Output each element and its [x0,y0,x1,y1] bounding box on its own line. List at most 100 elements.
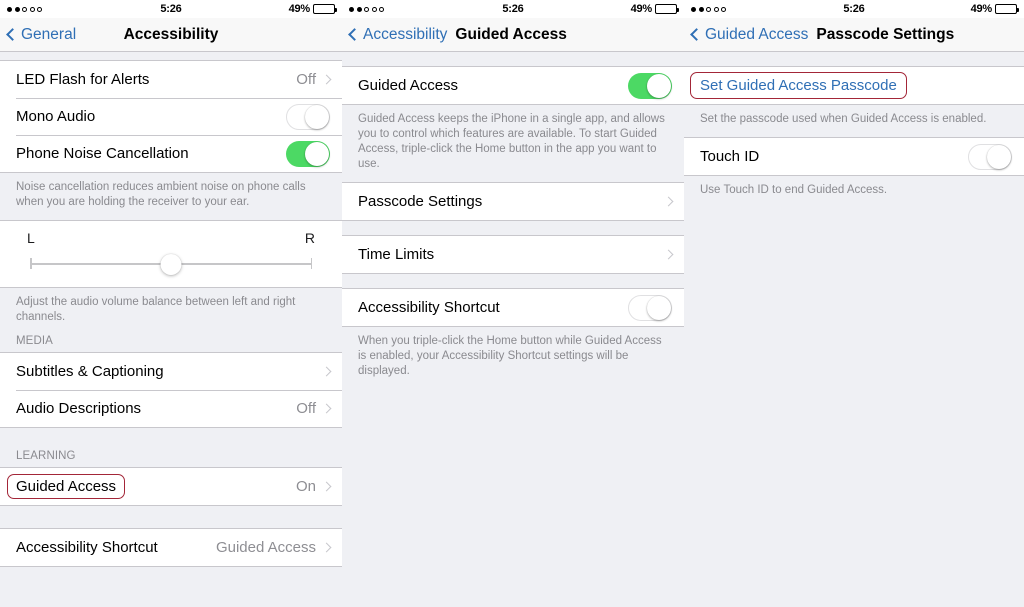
signal-dot-icon [713,6,719,12]
row-label: Audio Descriptions [16,400,142,417]
row-label: Mono Audio [16,108,96,125]
back-button-label: Guided Access [705,25,809,43]
row-phone-noise-cancellation[interactable]: Phone Noise Cancellation [0,135,342,172]
back-button-label: Accessibility [363,25,448,43]
guided-access-toggle[interactable] [628,72,672,99]
battery-percent-label: 49% [630,3,653,15]
row-value: Off [296,400,316,417]
signal-dot-icon [14,6,20,12]
row-touch-id[interactable]: Touch ID [684,138,1024,175]
screen-guided-access: 5:26 49% Accessibility Guided Access Gui… [342,0,684,607]
section-header-learning: LEARNING [0,450,342,467]
learning-group: Guided Access On [0,467,342,506]
audio-balance-slider[interactable] [30,254,312,275]
row-mono-audio[interactable]: Mono Audio [0,98,342,135]
phone-noise-cancellation-toggle[interactable] [286,140,330,167]
row-subtitles-captioning[interactable]: Subtitles & Captioning [0,353,342,390]
row-label: Time Limits [358,246,435,263]
back-button-label: General [21,25,77,43]
back-button-guided-access[interactable]: Guided Access [690,25,809,44]
balance-left-label: L [27,230,35,246]
touch-id-toggle[interactable] [968,143,1012,170]
screen-passcode-settings: 5:26 49% Guided Access Passcode Settings… [684,0,1024,607]
status-bar-2: 5:26 49% [342,0,684,18]
row-label: Passcode Settings [358,193,483,210]
guided-access-highlight-box: Guided Access [7,474,126,499]
chevron-right-icon [663,249,674,260]
nav-bar-accessibility: General Accessibility [0,18,342,52]
accessibility-shortcut-toggle[interactable] [628,294,672,321]
mono-audio-toggle[interactable] [286,103,330,130]
row-set-guided-access-passcode[interactable]: Set Guided Access Passcode [684,67,1024,104]
set-passcode-group: Set Guided Access Passcode [684,66,1024,105]
row-label: Accessibility Shortcut [358,299,500,316]
passcode-settings-list: Set Guided Access Passcode Set the passc… [684,52,1024,607]
battery-status: 49% [569,3,679,15]
signal-dot-icon [22,6,27,12]
row-passcode-settings[interactable]: Passcode Settings [342,183,684,220]
chevron-right-icon [321,481,332,492]
status-bar-1: 5:26 49% [0,0,342,18]
balance-right-label: R [304,230,315,246]
signal-strength-indicator [691,6,799,12]
media-group: Subtitles & Captioning Audio Description… [0,352,342,428]
accessibility-shortcut-footnote: When you triple-click the Home button wh… [342,327,684,389]
row-guided-access-toggle[interactable]: Guided Access [342,67,684,104]
guided-access-footnote: Guided Access keeps the iPhone in a sing… [342,105,684,182]
guided-access-list: Guided Access Guided Access keeps the iP… [342,52,684,607]
row-accessibility-shortcut[interactable]: Accessibility Shortcut [342,289,684,326]
back-button-general[interactable]: General [6,25,77,44]
row-time-limits[interactable]: Time Limits [342,236,684,273]
signal-dot-icon [691,6,696,12]
signal-dot-icon [371,6,377,12]
signal-dot-icon [37,6,42,12]
row-led-flash-for-alerts[interactable]: LED Flash for Alerts Off [0,61,342,98]
signal-dot-icon [29,6,35,12]
row-label: Guided Access [16,478,117,495]
row-value: Off [296,71,316,88]
accessibility-shortcut-group: Accessibility Shortcut [342,288,684,327]
signal-dot-icon [721,6,726,12]
row-value: Guided Access [215,539,316,556]
accessibility-shortcut-group: Accessibility Shortcut Guided Access [0,528,342,567]
accessibility-list: LED Flash for Alerts Off Mono Audio Phon… [0,52,342,607]
row-label: LED Flash for Alerts [16,71,150,88]
slider-thumb[interactable] [160,254,182,275]
row-value: On [295,478,316,495]
touch-id-group: Touch ID [684,137,1024,176]
battery-status: 49% [909,3,1019,15]
page-title: Passcode Settings [816,25,955,43]
screen-accessibility: 5:26 49% General Accessibility LED Flash… [0,0,342,607]
signal-dot-icon [706,6,711,12]
noise-cancellation-footnote: Noise cancellation reduces ambient noise… [0,173,342,220]
chevron-right-icon [321,542,332,553]
audio-balance-slider-group: L R [0,220,342,288]
set-passcode-label: Set Guided Access Passcode [700,77,897,94]
page-title: Guided Access [455,25,567,43]
row-accessibility-shortcut[interactable]: Accessibility Shortcut Guided Access [0,529,342,566]
set-passcode-footnote: Set the passcode used when Guided Access… [684,105,1024,137]
signal-dot-icon [364,6,369,12]
guided-access-toggle-group: Guided Access [342,66,684,105]
section-header-media: MEDIA [0,335,342,352]
chevron-right-icon [321,74,332,85]
signal-strength-indicator [349,6,457,12]
time-limits-group: Time Limits [342,235,684,274]
status-bar-clock: 5:26 [843,3,865,15]
status-bar-3: 5:26 49% [684,0,1024,18]
row-label: Accessibility Shortcut [16,539,158,556]
back-button-accessibility[interactable]: Accessibility [348,25,448,44]
signal-dot-icon [349,6,354,12]
battery-percent-label: 49% [970,3,993,15]
audio-group: LED Flash for Alerts Off Mono Audio Phon… [0,60,342,173]
row-label: Subtitles & Captioning [16,363,164,380]
battery-icon [654,4,679,14]
battery-icon [994,4,1019,14]
signal-dot-icon [356,6,362,12]
row-guided-access[interactable]: Guided Access On [0,468,342,505]
row-audio-descriptions[interactable]: Audio Descriptions Off [0,390,342,427]
passcode-settings-group: Passcode Settings [342,182,684,221]
signal-dot-icon [7,6,12,12]
balance-footnote: Adjust the audio volume balance between … [0,288,342,335]
signal-strength-indicator [7,6,115,12]
